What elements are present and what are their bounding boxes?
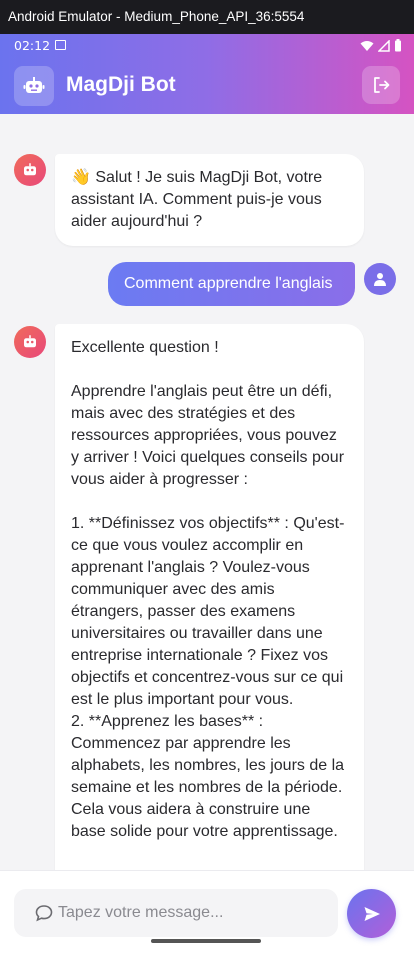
logout-icon bbox=[374, 77, 390, 93]
message-input[interactable] bbox=[58, 904, 318, 922]
person-icon bbox=[374, 273, 386, 286]
logout-button[interactable] bbox=[362, 66, 400, 104]
app-bar: MagDji Bot bbox=[0, 58, 414, 114]
user-message: Comment apprendre l'anglais bbox=[108, 262, 355, 306]
message-input-box[interactable] bbox=[14, 889, 338, 937]
emulator-window-title: Android Emulator - Medium_Phone_API_36:5… bbox=[0, 0, 414, 34]
battery-icon bbox=[395, 39, 401, 52]
bot-avatar bbox=[14, 326, 46, 358]
user-avatar bbox=[364, 263, 396, 295]
send-icon bbox=[364, 906, 380, 921]
send-button[interactable] bbox=[347, 889, 396, 938]
status-time: 02:12 bbox=[14, 38, 51, 53]
bot-message: 👋 Salut ! Je suis MagDji Bot, votre assi… bbox=[55, 154, 364, 246]
robot-icon bbox=[24, 163, 36, 176]
robot-icon bbox=[24, 335, 36, 348]
app-title: MagDji Bot bbox=[66, 73, 176, 96]
bot-message: Excellente question ! Apprendre l'anglai… bbox=[55, 324, 364, 870]
signal-icon bbox=[378, 39, 390, 52]
status-bar: 02:12 bbox=[0, 34, 414, 58]
wifi-icon bbox=[360, 40, 374, 51]
home-gesture-bar[interactable] bbox=[151, 939, 261, 943]
phone-screen: 02:12 MagDji Bot 👋 Salut ! Je suis MagDj… bbox=[0, 34, 414, 957]
sim-icon bbox=[55, 40, 66, 50]
status-icons bbox=[360, 39, 402, 52]
robot-icon bbox=[23, 77, 45, 93]
bot-avatar bbox=[14, 154, 46, 186]
bot-logo bbox=[14, 66, 54, 106]
message-composer bbox=[0, 870, 414, 957]
chat-bubble-icon bbox=[35, 905, 53, 922]
chat-list[interactable]: 👋 Salut ! Je suis MagDji Bot, votre assi… bbox=[0, 114, 414, 870]
